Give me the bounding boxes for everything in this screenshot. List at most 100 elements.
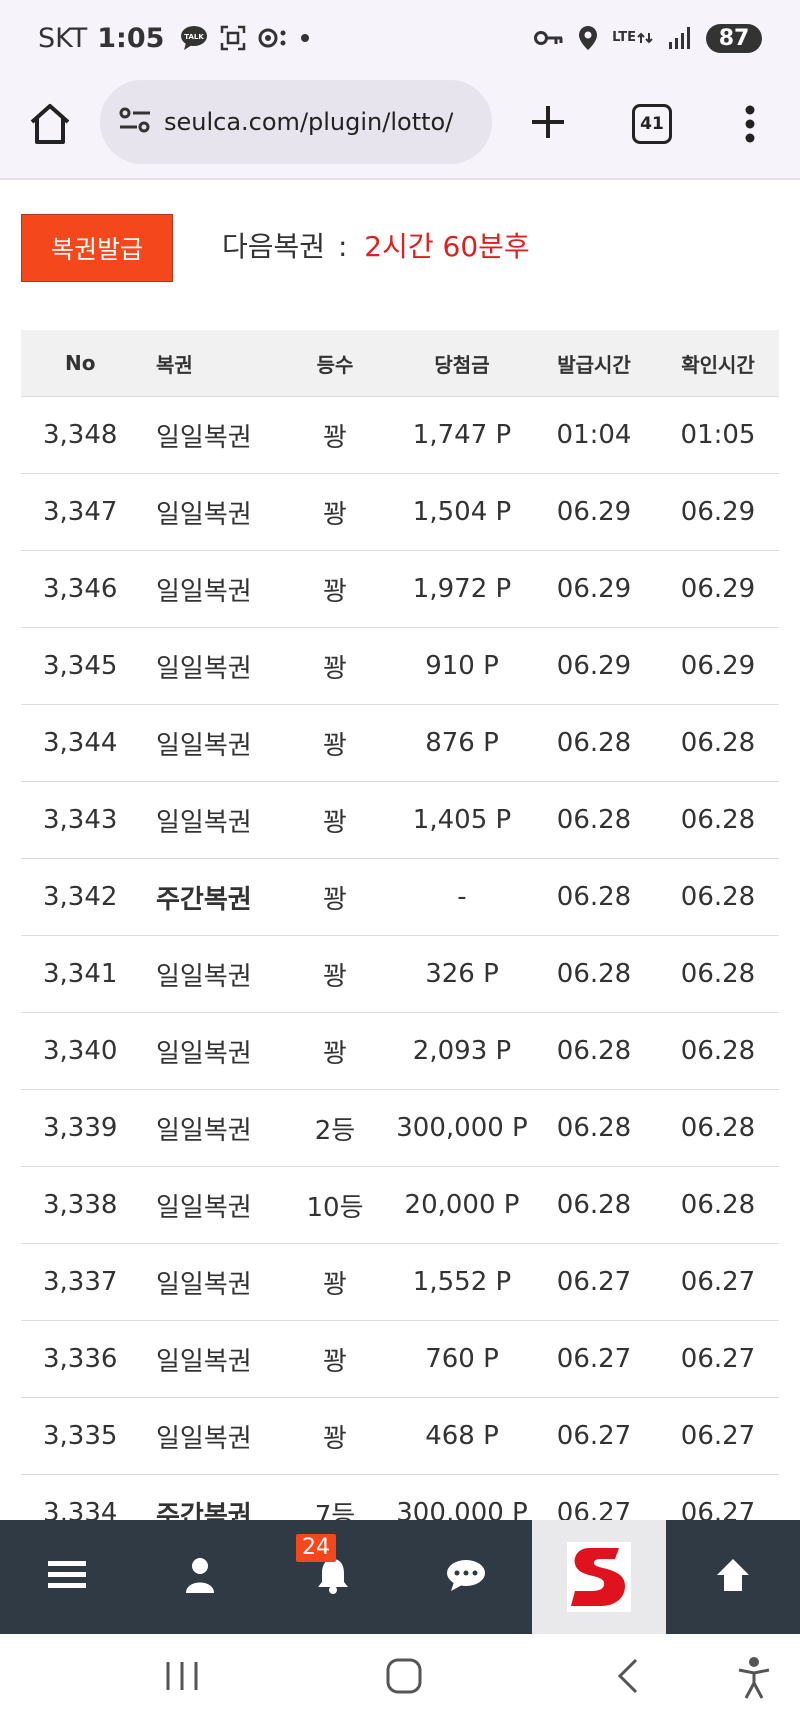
system-home-icon[interactable] bbox=[384, 1656, 424, 1700]
status-right-icons: LTE 87 bbox=[534, 23, 762, 53]
row-checked: 01:05 bbox=[657, 396, 779, 474]
row-type: 일일복권 bbox=[134, 704, 277, 782]
row-issued: 06.28 bbox=[531, 781, 657, 859]
row-type: 주간복권 bbox=[134, 858, 277, 936]
row-prize: 760 P bbox=[393, 1320, 531, 1398]
row-type: 일일복권 bbox=[134, 1012, 277, 1090]
row-checked: 06.28 bbox=[657, 1089, 779, 1167]
row-rank: 꽝 bbox=[277, 1320, 393, 1398]
row-checked: 06.28 bbox=[657, 1166, 779, 1244]
accessibility-icon[interactable] bbox=[736, 1656, 772, 1704]
table-row: 3,340 일일복권 꽝 2,093 P 06.28 06.28 bbox=[21, 1012, 779, 1090]
back-icon[interactable] bbox=[612, 1656, 642, 1700]
header-no: No bbox=[21, 330, 134, 397]
table-row: 3,345 일일복권 꽝 910 P 06.29 06.29 bbox=[21, 627, 779, 705]
row-prize: 2,093 P bbox=[393, 1012, 531, 1090]
clock: 1:05 bbox=[97, 22, 165, 54]
row-checked: 06.27 bbox=[657, 1320, 779, 1398]
row-rank: 꽝 bbox=[277, 627, 393, 705]
row-checked: 06.29 bbox=[657, 627, 779, 705]
table-row: 3,339 일일복권 2등 300,000 P 06.28 06.28 bbox=[21, 1089, 779, 1167]
site-bottom-nav: 24 bbox=[0, 1520, 800, 1634]
row-type: 일일복권 bbox=[134, 627, 277, 705]
site-settings-icon[interactable] bbox=[118, 105, 152, 139]
row-rank: 꽝 bbox=[277, 396, 393, 474]
row-rank: 꽝 bbox=[277, 1012, 393, 1090]
nav-site-logo-button[interactable] bbox=[532, 1520, 666, 1634]
key-icon bbox=[534, 29, 564, 47]
table-body: 3,348 일일복권 꽝 1,747 P 01:04 01:05 3,347 일일복권 꽝 1,5… bbox=[21, 396, 779, 1552]
row-issued: 06.28 bbox=[531, 935, 657, 1013]
header-prize: 당첨금 bbox=[393, 330, 531, 397]
row-issued: 06.28 bbox=[531, 1012, 657, 1090]
carrier-label: SKT bbox=[38, 22, 88, 54]
row-issued: 06.28 bbox=[531, 1166, 657, 1244]
chat-icon bbox=[446, 1558, 486, 1596]
notification-badge: 24 bbox=[296, 1534, 336, 1562]
row-issued: 06.27 bbox=[531, 1243, 657, 1321]
row-issued: 06.29 bbox=[531, 550, 657, 628]
row-checked: 06.28 bbox=[657, 1012, 779, 1090]
lte-icon: LTE bbox=[612, 30, 654, 45]
nav-user-button[interactable] bbox=[133, 1520, 266, 1634]
row-prize: 468 P bbox=[393, 1397, 531, 1475]
signal-icon bbox=[668, 26, 692, 50]
nav-notification-button[interactable]: 24 bbox=[266, 1520, 399, 1634]
next-lotto-info: 다음복권 : 2시간 60분후 bbox=[222, 225, 530, 265]
row-type: 일일복권 bbox=[134, 1243, 277, 1321]
row-prize: 20,000 P bbox=[393, 1166, 531, 1244]
bell-icon bbox=[316, 1556, 350, 1598]
header-rank: 등수 bbox=[277, 330, 393, 397]
home-icon[interactable] bbox=[26, 100, 74, 148]
row-issued: 06.29 bbox=[531, 473, 657, 551]
row-checked: 06.28 bbox=[657, 935, 779, 1013]
next-lotto-countdown: 2시간 60분후 bbox=[364, 230, 530, 263]
row-type: 일일복권 bbox=[134, 550, 277, 628]
user-icon bbox=[184, 1557, 216, 1597]
dot-icon bbox=[300, 33, 310, 43]
row-prize: 1,405 P bbox=[393, 781, 531, 859]
row-prize: 326 P bbox=[393, 935, 531, 1013]
row-rank: 꽝 bbox=[277, 1397, 393, 1475]
row-type: 일일복권 bbox=[134, 935, 277, 1013]
next-lotto-label: 다음복권 bbox=[222, 230, 326, 263]
row-issued: 06.28 bbox=[531, 858, 657, 936]
row-no: 3,346 bbox=[21, 550, 134, 628]
table-row: 3,346 일일복권 꽝 1,972 P 06.29 06.29 bbox=[21, 550, 779, 628]
row-prize: 1,972 P bbox=[393, 550, 531, 628]
status-bar: SKT 1:05 TALK LTE 87 bbox=[0, 0, 800, 76]
more-menu-icon[interactable] bbox=[734, 100, 766, 148]
system-navigation-bar bbox=[0, 1634, 800, 1734]
row-type: 일일복권 bbox=[134, 473, 277, 551]
row-prize: 1,504 P bbox=[393, 473, 531, 551]
row-no: 3,342 bbox=[21, 858, 134, 936]
recent-apps-icon[interactable] bbox=[164, 1656, 200, 1700]
row-checked: 06.27 bbox=[657, 1243, 779, 1321]
row-issued: 06.29 bbox=[531, 627, 657, 705]
row-no: 3,337 bbox=[21, 1243, 134, 1321]
table-row: 3,347 일일복권 꽝 1,504 P 06.29 06.29 bbox=[21, 473, 779, 551]
screenshot-icon bbox=[220, 25, 246, 51]
table-header-row: No 복권 등수 당첨금 발급시간 확인시간 bbox=[21, 330, 779, 397]
issue-lotto-button[interactable]: 복권발급 bbox=[21, 214, 173, 282]
row-rank: 꽝 bbox=[277, 1243, 393, 1321]
row-checked: 06.29 bbox=[657, 550, 779, 628]
table-row: 3,336 일일복권 꽝 760 P 06.27 06.27 bbox=[21, 1320, 779, 1398]
url-text[interactable]: seulca.com/plugin/lotto/ bbox=[164, 108, 453, 136]
row-no: 3,343 bbox=[21, 781, 134, 859]
address-bar[interactable]: seulca.com/plugin/lotto/ bbox=[100, 80, 492, 164]
row-no: 3,340 bbox=[21, 1012, 134, 1090]
new-tab-icon[interactable] bbox=[524, 98, 572, 146]
nav-scroll-top-button[interactable] bbox=[666, 1520, 799, 1634]
status-left-icons: TALK bbox=[180, 25, 310, 51]
lte-label: LTE bbox=[612, 30, 636, 45]
nav-menu-button[interactable] bbox=[0, 1520, 133, 1634]
site-logo bbox=[567, 1542, 631, 1612]
table-row: 3,338 일일복권 10등 20,000 P 06.28 06.28 bbox=[21, 1166, 779, 1244]
nav-chat-button[interactable] bbox=[399, 1520, 532, 1634]
talk-icon: TALK bbox=[180, 25, 208, 51]
row-prize: 1,747 P bbox=[393, 396, 531, 474]
row-prize: - bbox=[393, 858, 531, 936]
battery-icon: 87 bbox=[706, 23, 762, 53]
tab-switcher-button[interactable]: 41 bbox=[632, 104, 672, 144]
